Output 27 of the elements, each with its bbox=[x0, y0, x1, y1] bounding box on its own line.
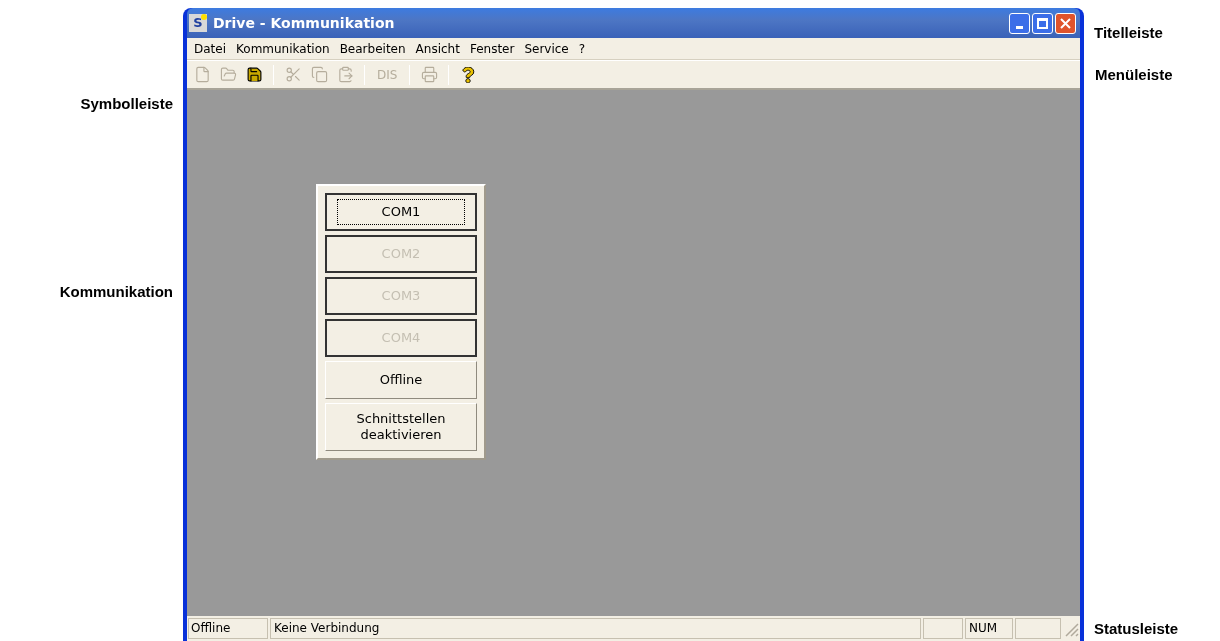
menu-item[interactable]: ? bbox=[573, 39, 591, 58]
communication-annotation: Kommunikation bbox=[59, 282, 173, 302]
menu-item[interactable]: Bearbeiten bbox=[334, 39, 411, 58]
minimize-button[interactable] bbox=[1009, 12, 1030, 34]
port-button[interactable]: COM1 bbox=[325, 193, 477, 231]
maximize-button[interactable] bbox=[1032, 12, 1053, 34]
port-button[interactable]: Schnittstellen deaktivieren bbox=[325, 403, 477, 451]
status-pane bbox=[923, 618, 963, 639]
menu-bar-annotation: Menüleiste bbox=[1095, 65, 1173, 85]
status-message: Keine Verbindung bbox=[270, 618, 921, 639]
status-bar-annotation: Statusleiste bbox=[1094, 619, 1179, 639]
status-pane bbox=[1015, 618, 1061, 639]
port-button[interactable]: Offline bbox=[325, 361, 477, 399]
app-logo-icon: S bbox=[189, 14, 207, 32]
title-bar-annotation: Titelleiste bbox=[1094, 23, 1163, 43]
toolbar-annotation: Symbolleiste bbox=[80, 94, 173, 114]
window-title: Drive - Kommunikation bbox=[213, 13, 396, 33]
menu-item[interactable]: Datei bbox=[189, 39, 231, 58]
menu-item[interactable]: Service bbox=[519, 39, 574, 58]
num-lock-indicator: NUM bbox=[965, 618, 1013, 639]
menu-item[interactable]: Ansicht bbox=[410, 39, 465, 58]
menu-item[interactable]: Fenster bbox=[464, 39, 520, 58]
close-button[interactable] bbox=[1055, 12, 1076, 34]
status-state: Offline bbox=[188, 618, 268, 639]
close-icon bbox=[1060, 17, 1071, 29]
menu-item[interactable]: Kommunikation bbox=[231, 39, 335, 58]
resize-grip-icon bbox=[1063, 620, 1079, 637]
